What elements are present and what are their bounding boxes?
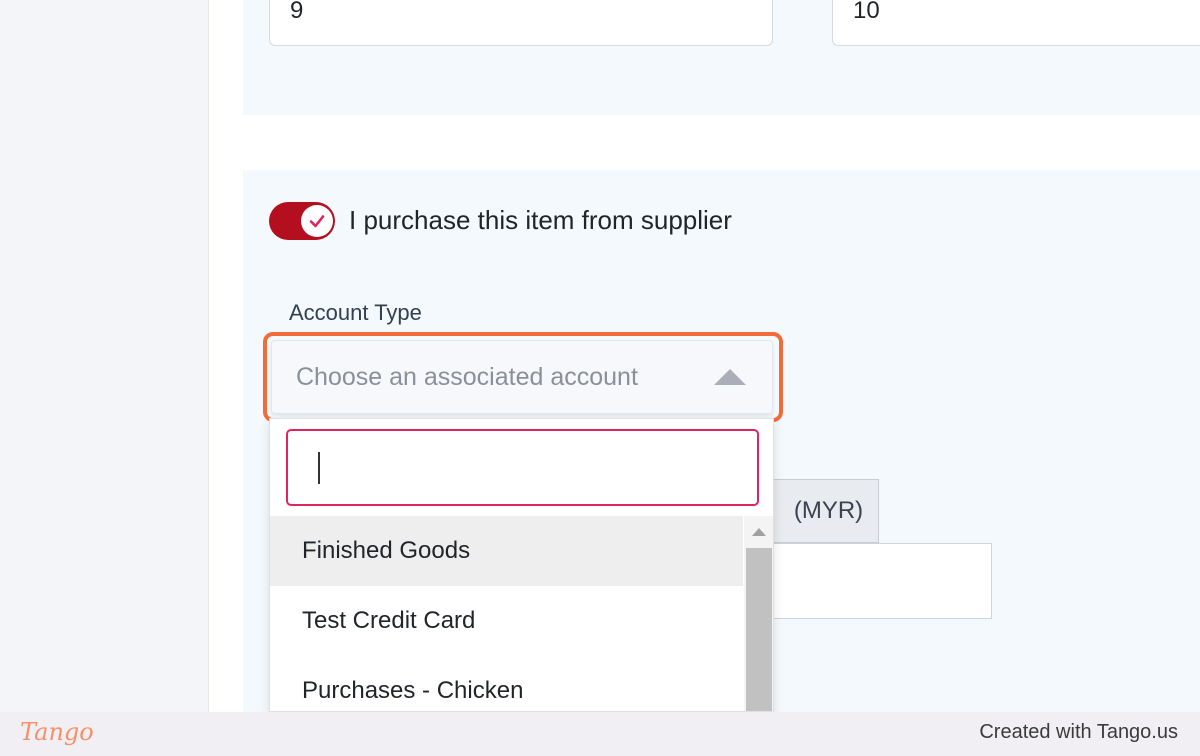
dropdown-option[interactable]: Finished Goods [270,516,743,586]
footer-bar: Tango Created with Tango.us [0,712,1200,756]
first-number-input[interactable]: 9 [269,0,773,46]
footer-credit: Created with Tango.us [979,721,1178,743]
account-dropdown: Finished Goods Test Credit Card Purchase… [269,418,774,712]
second-number-input[interactable]: 10 [832,0,1200,46]
account-type-label: Account Type [289,300,422,325]
checkmark-icon [309,215,325,228]
select-placeholder: Choose an associated account [296,363,638,391]
left-gutter [0,0,208,712]
purchase-toggle[interactable] [269,202,335,240]
dropdown-search-input[interactable] [286,429,759,506]
currency-tag: (MYR) [770,479,879,543]
dropdown-option[interactable]: Purchases - Chicken [270,656,743,711]
text-cursor [318,452,320,484]
caret-up-icon [714,369,746,385]
toggle-knob [301,205,333,237]
price-input[interactable] [770,543,992,619]
scroll-thumb[interactable] [746,548,772,711]
purchase-toggle-label: I purchase this item from supplier [349,205,732,235]
account-type-select[interactable]: Choose an associated account [271,340,773,414]
scroll-up-icon[interactable] [752,528,766,536]
dropdown-scrollbar[interactable] [744,516,773,711]
tango-logo: Tango [20,718,94,746]
dropdown-option[interactable]: Test Credit Card [270,586,743,656]
